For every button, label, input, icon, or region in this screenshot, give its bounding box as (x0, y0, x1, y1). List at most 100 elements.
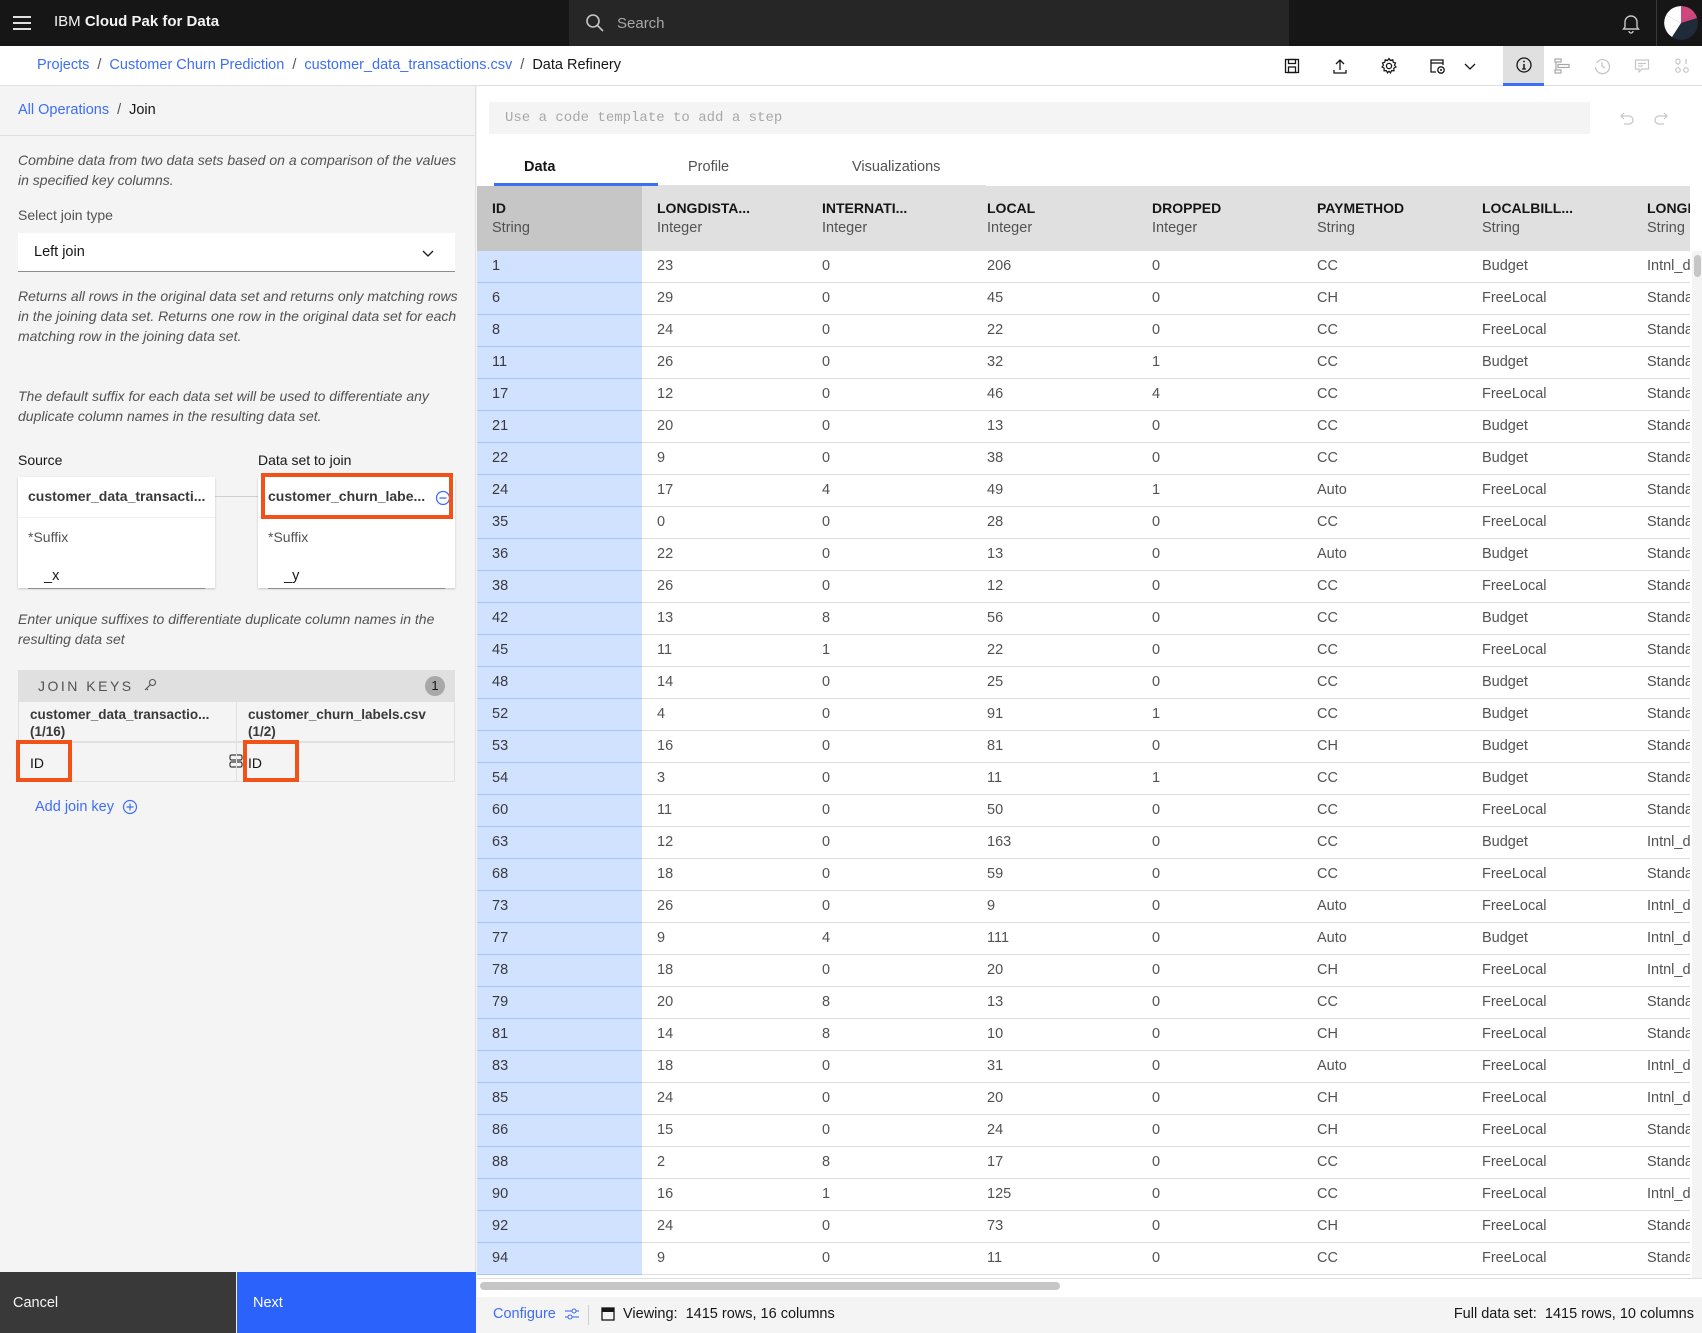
table-cell[interactable]: 17 (642, 475, 807, 507)
table-cell[interactable]: CC (1302, 859, 1467, 891)
notification-bell-icon[interactable] (1619, 11, 1643, 35)
table-cell[interactable]: Standa (1632, 1019, 1690, 1051)
table-cell[interactable]: Budget (1467, 731, 1632, 763)
column-header[interactable]: ID String (477, 186, 642, 251)
table-cell[interactable]: 20 (972, 1083, 1137, 1115)
column-header[interactable]: LOCAL Integer (972, 186, 1137, 251)
table-cell[interactable]: CC (1302, 667, 1467, 699)
table-cell[interactable]: FreeLocal (1467, 571, 1632, 603)
table-cell[interactable]: Standa (1632, 1115, 1690, 1147)
table-cell[interactable]: FreeLocal (1467, 859, 1632, 891)
breadcrumb-projects[interactable]: Projects (37, 57, 89, 73)
id-cell[interactable]: 11 (477, 347, 642, 379)
table-cell[interactable]: Intnl_d (1632, 251, 1690, 283)
table-cell[interactable]: 1 (1137, 763, 1302, 795)
table-cell[interactable]: 0 (642, 507, 807, 539)
table-cell[interactable]: 0 (807, 667, 972, 699)
table-cell[interactable]: 18 (642, 859, 807, 891)
table-cell[interactable]: Budget (1467, 443, 1632, 475)
table-cell[interactable]: 13 (972, 987, 1137, 1019)
table-cell[interactable]: 0 (1137, 507, 1302, 539)
export-button[interactable] (1318, 46, 1362, 86)
table-cell[interactable]: 0 (807, 1083, 972, 1115)
table-cell[interactable]: CC (1302, 1147, 1467, 1179)
table-cell[interactable]: FreeLocal (1467, 1179, 1632, 1211)
table-cell[interactable]: Standa (1632, 507, 1690, 539)
jobs-dropdown-button[interactable] (1448, 46, 1492, 86)
table-cell[interactable]: Intnl_d (1632, 827, 1690, 859)
id-cell[interactable]: 36 (477, 539, 642, 571)
table-cell[interactable]: Standa (1632, 635, 1690, 667)
table-cell[interactable]: Intnl_d (1632, 955, 1690, 987)
table-cell[interactable]: CC (1302, 603, 1467, 635)
table-cell[interactable]: 8 (807, 1019, 972, 1051)
table-cell[interactable]: 59 (972, 859, 1137, 891)
id-cell[interactable]: 1 (477, 251, 642, 283)
table-cell[interactable]: 0 (807, 1115, 972, 1147)
table-cell[interactable]: FreeLocal (1467, 635, 1632, 667)
redo-icon[interactable] (1651, 108, 1671, 128)
table-cell[interactable]: CC (1302, 571, 1467, 603)
vertical-scrollbar[interactable] (1692, 251, 1702, 1281)
table-cell[interactable]: 0 (1137, 315, 1302, 347)
id-cell[interactable]: 21 (477, 411, 642, 443)
table-cell[interactable]: Auto (1302, 1051, 1467, 1083)
table-cell[interactable]: 18 (642, 955, 807, 987)
table-cell[interactable]: 26 (642, 347, 807, 379)
remove-dataset-icon[interactable] (435, 490, 451, 506)
id-cell[interactable]: 78 (477, 955, 642, 987)
table-cell[interactable]: FreeLocal (1467, 379, 1632, 411)
id-cell[interactable]: 24 (477, 475, 642, 507)
table-cell[interactable]: 0 (1137, 539, 1302, 571)
table-cell[interactable]: Standa (1632, 539, 1690, 571)
table-cell[interactable]: 0 (1137, 1051, 1302, 1083)
table-cell[interactable]: FreeLocal (1467, 1147, 1632, 1179)
table-cell[interactable]: CC (1302, 795, 1467, 827)
table-cell[interactable]: 163 (972, 827, 1137, 859)
table-cell[interactable]: 20 (642, 987, 807, 1019)
table-cell[interactable]: CH (1302, 283, 1467, 315)
table-cell[interactable]: FreeLocal (1467, 1243, 1632, 1275)
table-cell[interactable]: 11 (642, 795, 807, 827)
table-cell[interactable]: 13 (972, 539, 1137, 571)
table-cell[interactable]: 24 (642, 1083, 807, 1115)
table-cell[interactable]: 12 (642, 379, 807, 411)
table-cell[interactable]: 9 (642, 443, 807, 475)
table-cell[interactable]: CC (1302, 1179, 1467, 1211)
table-cell[interactable]: Standa (1632, 347, 1690, 379)
cancel-button[interactable]: Cancel (0, 1272, 236, 1333)
table-cell[interactable]: 13 (642, 603, 807, 635)
table-cell[interactable]: 0 (1137, 411, 1302, 443)
table-cell[interactable]: 20 (642, 411, 807, 443)
id-cell[interactable]: 60 (477, 795, 642, 827)
table-cell[interactable]: Standa (1632, 731, 1690, 763)
table-cell[interactable]: 0 (807, 1243, 972, 1275)
column-header[interactable]: LONGDISTA... Integer (642, 186, 807, 251)
table-cell[interactable]: CC (1302, 987, 1467, 1019)
table-cell[interactable]: 0 (1137, 635, 1302, 667)
table-cell[interactable]: 0 (1137, 891, 1302, 923)
table-cell[interactable]: Intnl_d (1632, 923, 1690, 955)
id-cell[interactable]: 45 (477, 635, 642, 667)
target-key-select[interactable]: ID (236, 742, 455, 782)
all-operations-link[interactable]: All Operations (18, 102, 109, 118)
horizontal-scrollbar[interactable] (477, 1278, 1702, 1292)
table-cell[interactable]: 14 (642, 667, 807, 699)
table-cell[interactable]: 0 (1137, 987, 1302, 1019)
table-cell[interactable]: 49 (972, 475, 1137, 507)
id-cell[interactable]: 53 (477, 731, 642, 763)
hamburger-menu-button[interactable] (8, 8, 38, 38)
id-cell[interactable]: 68 (477, 859, 642, 891)
history-button[interactable] (1582, 46, 1622, 86)
table-cell[interactable]: 18 (642, 1051, 807, 1083)
id-cell[interactable]: 85 (477, 1083, 642, 1115)
table-cell[interactable]: FreeLocal (1467, 1211, 1632, 1243)
id-cell[interactable]: 6 (477, 283, 642, 315)
table-cell[interactable]: 73 (972, 1211, 1137, 1243)
table-cell[interactable]: Standa (1632, 795, 1690, 827)
table-cell[interactable]: 11 (642, 635, 807, 667)
table-cell[interactable]: 0 (1137, 731, 1302, 763)
vertical-scrollbar-thumb[interactable] (1694, 255, 1701, 277)
id-cell[interactable]: 77 (477, 923, 642, 955)
table-cell[interactable]: CC (1302, 1243, 1467, 1275)
